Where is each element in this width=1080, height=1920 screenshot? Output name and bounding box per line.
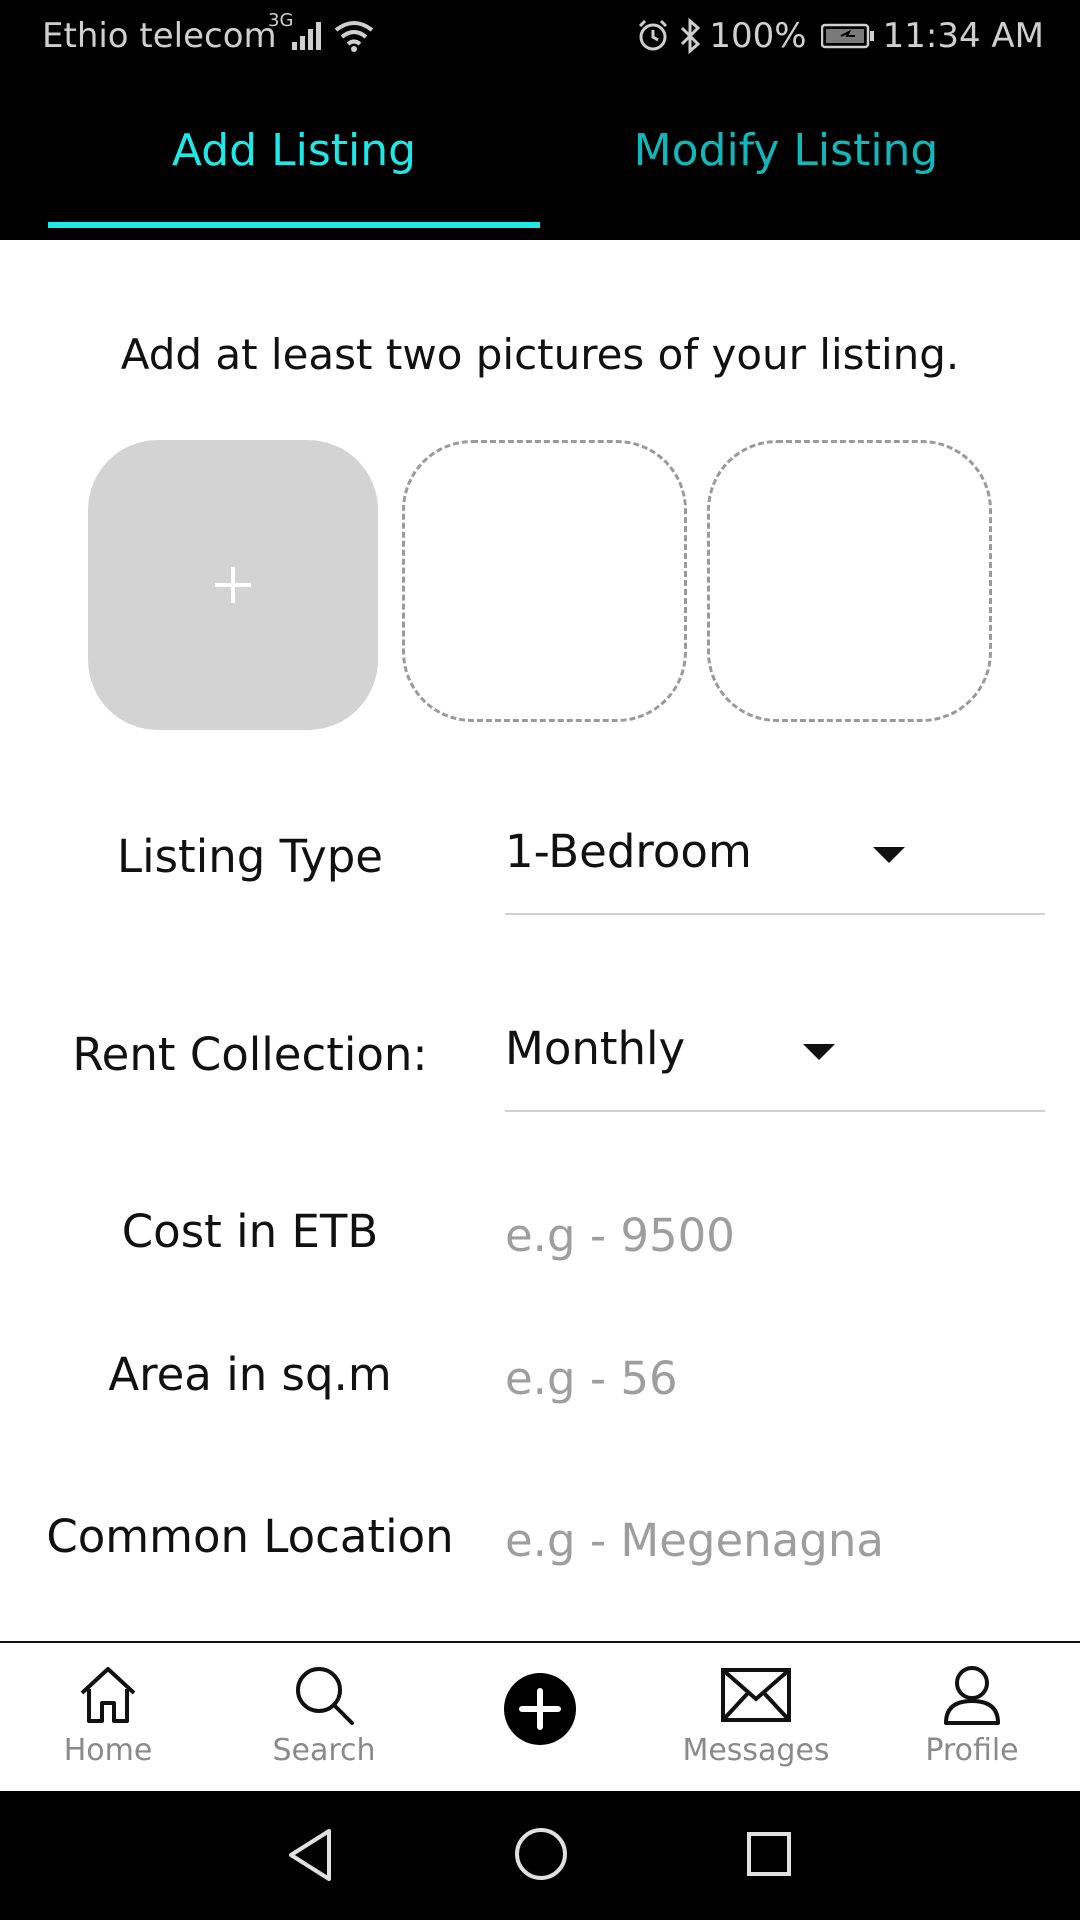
chevron-down-icon	[873, 847, 905, 863]
nav-search-label: Search	[272, 1733, 376, 1768]
search-icon	[296, 1667, 354, 1725]
system-navigation-bar	[0, 1791, 1080, 1920]
alarm-icon	[639, 19, 668, 51]
photo-instructions: Add at least two pictures of your listin…	[120, 330, 960, 379]
location-label: Common Location	[46, 1510, 454, 1563]
back-icon[interactable]	[285, 1827, 335, 1883]
profile-icon	[944, 1666, 1000, 1725]
tab-modify-listing[interactable]: Modify Listing	[540, 125, 1032, 176]
listing-type-value: 1-Bedroom	[505, 825, 752, 878]
plus-icon	[215, 567, 251, 603]
location-input[interactable]	[505, 1505, 1045, 1575]
listing-tabs: Add Listing Modify Listing	[0, 75, 1080, 240]
add-photo-button[interactable]	[88, 440, 378, 730]
listing-type-select[interactable]: 1-Bedroom	[505, 815, 1045, 915]
nav-home[interactable]: Home	[0, 1643, 216, 1793]
nav-search[interactable]: Search	[216, 1643, 432, 1793]
mail-icon	[721, 1668, 791, 1722]
clock: 11:34 AM	[882, 16, 1044, 56]
status-bar: Ethio telecom 3G 100% 11:34 AM	[0, 0, 1080, 75]
rent-collection-label: Rent Collection:	[72, 1028, 428, 1081]
nav-home-label: Home	[63, 1733, 153, 1768]
nav-add[interactable]	[432, 1643, 648, 1793]
nav-messages[interactable]: Messages	[648, 1643, 864, 1793]
carrier-name: Ethio telecom	[42, 16, 277, 56]
photo-slot-2[interactable]	[402, 440, 687, 722]
nav-profile[interactable]: Profile	[864, 1643, 1080, 1793]
battery-icon	[820, 23, 874, 49]
recents-icon[interactable]	[746, 1831, 792, 1877]
rent-collection-select[interactable]: Monthly	[505, 1012, 1045, 1112]
area-input[interactable]	[505, 1343, 1045, 1413]
nav-messages-label: Messages	[682, 1733, 830, 1768]
cost-input[interactable]	[505, 1200, 1045, 1270]
rent-collection-value: Monthly	[505, 1022, 686, 1075]
bluetooth-icon	[681, 18, 701, 54]
area-label: Area in sq.m	[108, 1348, 392, 1401]
chevron-down-icon	[803, 1044, 835, 1060]
cost-label: Cost in ETB	[121, 1205, 379, 1258]
photo-slot-3[interactable]	[707, 440, 992, 722]
signal-icon	[292, 22, 321, 50]
nav-profile-label: Profile	[925, 1733, 1019, 1768]
battery-percent: 100%	[709, 16, 807, 56]
home-icon	[80, 1667, 136, 1723]
status-right: 100% 11:34 AM	[635, 16, 1044, 56]
home-button-icon[interactable]	[514, 1827, 568, 1881]
active-tab-indicator	[48, 222, 540, 228]
tab-add-listing[interactable]: Add Listing	[48, 125, 540, 176]
wifi-icon	[334, 21, 374, 52]
add-circle-icon	[504, 1673, 576, 1745]
bottom-navigation: Home Search Messages Profile	[0, 1641, 1080, 1791]
listing-type-label: Listing Type	[117, 830, 383, 883]
